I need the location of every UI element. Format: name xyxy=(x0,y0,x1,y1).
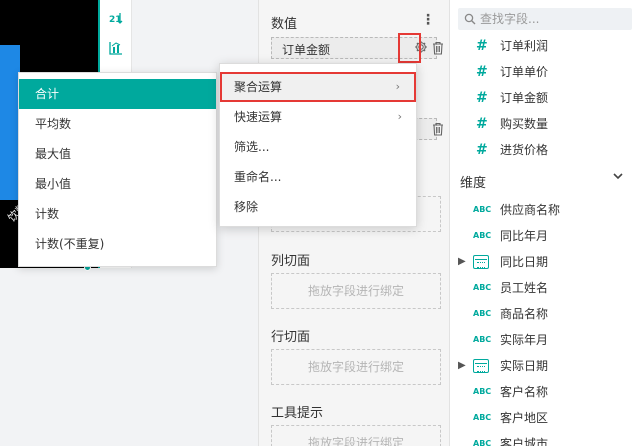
field-label: 客户地区 xyxy=(500,411,549,425)
trash-icon[interactable] xyxy=(432,122,444,136)
aggregation-menu: 合计 平均数 最大值 最小值 计数 计数(不重复) xyxy=(18,72,217,267)
field-label: 订单利润 xyxy=(500,39,549,53)
search-input[interactable] xyxy=(480,8,630,30)
field-label: 客户城市 xyxy=(500,437,549,446)
aggregation-option[interactable]: 平均数 xyxy=(19,109,216,139)
measure-field[interactable]: # 订单利润 xyxy=(450,33,639,59)
field-label: 购买数量 xyxy=(500,117,549,131)
abc-icon: ABC xyxy=(473,439,492,446)
field-label: 订单金额 xyxy=(500,91,549,105)
field-label: 员工姓名 xyxy=(500,281,549,295)
context-menu-label: 筛选... xyxy=(234,140,270,154)
abc-icon: ABC xyxy=(473,231,492,240)
dimension-field[interactable]: ABC 客户地区 xyxy=(450,405,639,431)
chart-type-icon[interactable] xyxy=(106,38,126,58)
dimension-field[interactable]: ABC 同比年月 xyxy=(450,223,639,249)
dimension-field[interactable]: ABC 供应商名称 xyxy=(450,197,639,223)
abc-icon: ABC xyxy=(473,335,492,344)
hash-icon: # xyxy=(476,116,488,132)
trash-icon[interactable] xyxy=(432,41,444,55)
aggregation-option[interactable]: 最小值 xyxy=(19,169,216,199)
context-menu-item[interactable]: 筛选... xyxy=(220,132,416,162)
field-label: 进货价格 xyxy=(500,143,549,157)
dimension-field[interactable]: ▶ 实际日期 xyxy=(450,353,639,379)
hash-icon: # xyxy=(476,64,488,80)
dimension-header: 维度 xyxy=(460,176,487,191)
field-context-menu: 聚合运算 › 快速运算 › 筛选... 重命名... 移除 xyxy=(219,63,417,227)
tooltip-drop-zone[interactable]: 拖放字段进行绑定 xyxy=(271,425,441,446)
aggregation-option[interactable]: 计数 xyxy=(19,199,216,229)
sort-icon[interactable]: 21 xyxy=(106,8,126,28)
values-section-title: 数值 xyxy=(271,17,298,32)
chevron-right-icon: › xyxy=(395,80,400,93)
measure-field[interactable]: # 进货价格 xyxy=(450,137,639,163)
search-box xyxy=(458,8,632,30)
gear-highlight-box xyxy=(398,33,421,63)
field-list-panel: #订单利润#订单单价#订单金额#购买数量#进货价格 维度 ABC供应商名称ABC… xyxy=(449,0,639,446)
row-slicer-drop-zone[interactable]: 拖放字段进行绑定 xyxy=(271,349,441,385)
chevron-right-icon[interactable]: ▶ xyxy=(458,353,466,379)
aggregation-option[interactable]: 计数(不重复) xyxy=(19,229,216,259)
chart-bar xyxy=(0,45,20,200)
context-menu-label: 快速运算 xyxy=(234,110,283,124)
context-menu-item[interactable]: 重命名... xyxy=(220,162,416,192)
abc-icon: ABC xyxy=(473,309,492,318)
field-label: 同比日期 xyxy=(500,255,549,269)
column-slicer-drop-zone[interactable]: 拖放字段进行绑定 xyxy=(271,273,441,309)
search-icon xyxy=(464,13,476,25)
context-menu-item[interactable]: 移除 xyxy=(220,192,416,222)
field-label: 同比年月 xyxy=(500,229,549,243)
hash-icon: # xyxy=(476,90,488,106)
hash-icon: # xyxy=(476,38,488,54)
dimension-field[interactable]: ABC 员工姓名 xyxy=(450,275,639,301)
measure-field[interactable]: # 订单单价 xyxy=(450,59,639,85)
chevron-down-icon[interactable] xyxy=(612,170,624,182)
chevron-right-icon: › xyxy=(397,110,402,123)
field-label: 客户名称 xyxy=(500,385,549,399)
abc-icon: ABC xyxy=(473,205,492,214)
abc-icon: ABC xyxy=(473,387,492,396)
field-label: 供应商名称 xyxy=(500,203,561,217)
measure-field[interactable]: # 购买数量 xyxy=(450,111,639,137)
context-menu-label: 聚合运算 xyxy=(234,80,283,94)
field-label: 商品名称 xyxy=(500,307,549,321)
dimension-field[interactable]: ABC 商品名称 xyxy=(450,301,639,327)
context-menu-label: 重命名... xyxy=(234,170,282,184)
context-menu-item[interactable]: 快速运算 › xyxy=(220,102,416,132)
context-menu-label: 移除 xyxy=(234,200,259,214)
chevron-right-icon[interactable]: ▶ xyxy=(458,249,466,275)
calendar-icon xyxy=(473,255,489,269)
column-slicer-title: 列切面 xyxy=(271,254,311,269)
dimension-field[interactable]: ABC 客户城市 xyxy=(450,431,639,446)
field-label: 实际日期 xyxy=(500,359,549,373)
aggregation-option[interactable]: 最大值 xyxy=(19,139,216,169)
dimension-field[interactable]: ABC 客户名称 xyxy=(450,379,639,405)
more-options-icon[interactable]: ⋮ xyxy=(421,12,435,28)
dimension-field[interactable]: ABC 实际年月 xyxy=(450,327,639,353)
abc-icon: ABC xyxy=(473,283,492,292)
aggregation-option[interactable]: 合计 xyxy=(19,79,216,109)
calendar-icon xyxy=(473,359,489,373)
field-label: 实际年月 xyxy=(500,333,549,347)
dimension-field[interactable]: ▶ 同比日期 xyxy=(450,249,639,275)
field-label: 订单单价 xyxy=(500,65,549,79)
row-slicer-title: 行切面 xyxy=(271,330,311,345)
value-field-label: 订单金额 xyxy=(282,43,331,57)
tooltip-title: 工具提示 xyxy=(271,406,324,421)
measure-field[interactable]: # 订单金额 xyxy=(450,85,639,111)
abc-icon: ABC xyxy=(473,413,492,422)
hash-icon: # xyxy=(476,142,488,158)
context-menu-item[interactable]: 聚合运算 › xyxy=(220,72,416,102)
